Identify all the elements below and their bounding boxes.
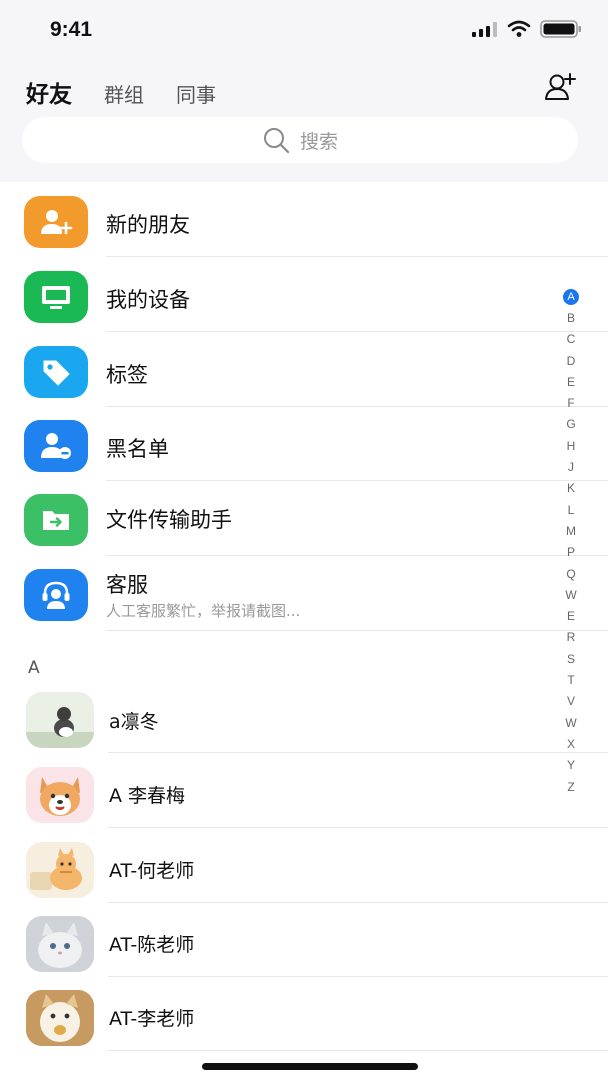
menu-label: 客服 xyxy=(106,573,148,597)
index-letter[interactable]: X xyxy=(567,734,575,755)
avatar xyxy=(26,990,94,1046)
contact-name: a凛冬 xyxy=(109,711,159,733)
index-letter[interactable]: W xyxy=(565,585,576,606)
contact-name: A 李春梅 xyxy=(109,785,186,807)
headset-icon xyxy=(24,569,88,621)
section-header: A xyxy=(28,658,40,678)
index-letter[interactable]: E xyxy=(567,606,575,627)
folder-transfer-icon xyxy=(24,494,88,546)
contact-name: AT-李老师 xyxy=(109,1008,195,1030)
index-letter[interactable]: E xyxy=(567,372,575,393)
index-letter[interactable]: K xyxy=(567,478,575,499)
menu-new-friends[interactable]: 新的朋友 xyxy=(0,196,608,257)
add-friend-button[interactable] xyxy=(544,72,578,102)
menu-my-devices[interactable]: 我的设备 xyxy=(0,271,608,332)
tag-icon xyxy=(24,346,88,398)
menu-label: 我的设备 xyxy=(106,288,190,312)
contact-row[interactable]: AT-李老师 xyxy=(0,988,608,1051)
index-letter[interactable]: Y xyxy=(567,755,575,776)
divider xyxy=(106,555,608,556)
menu-tags[interactable]: 标签 xyxy=(0,346,608,407)
index-letter[interactable]: R xyxy=(567,627,576,648)
avatar xyxy=(26,692,94,748)
avatar xyxy=(26,767,94,823)
divider xyxy=(108,1050,608,1051)
index-letter[interactable]: C xyxy=(567,329,576,350)
index-letter[interactable]: S xyxy=(567,649,575,670)
index-letter[interactable]: W xyxy=(565,713,576,734)
contact-name: AT-何老师 xyxy=(109,860,195,882)
index-letter[interactable]: Q xyxy=(566,564,575,585)
contact-row[interactable]: AT-陈老师 xyxy=(0,914,608,977)
block-user-icon xyxy=(24,420,88,472)
cellular-signal-icon xyxy=(472,22,497,37)
search-input[interactable]: 搜索 xyxy=(22,117,578,163)
menu-label: 新的朋友 xyxy=(106,213,190,237)
divider xyxy=(106,480,608,481)
divider xyxy=(106,630,608,631)
menu-label: 黑名单 xyxy=(106,437,169,461)
index-letter[interactable]: B xyxy=(567,308,575,329)
index-letter[interactable]: J xyxy=(568,457,574,478)
menu-customer-service[interactable]: 客服 人工客服繁忙，举报请截图... xyxy=(0,568,608,631)
index-letter[interactable]: D xyxy=(567,351,576,372)
divider xyxy=(108,752,608,753)
menu-file-transfer[interactable]: 文件传输助手 xyxy=(0,494,608,556)
contact-name: AT-陈老师 xyxy=(109,934,195,956)
contact-row[interactable]: A 李春梅 xyxy=(0,765,608,828)
divider xyxy=(106,256,608,257)
menu-label: 文件传输助手 xyxy=(106,508,232,532)
index-letter[interactable]: P xyxy=(567,542,575,563)
index-letter[interactable]: M xyxy=(566,521,576,542)
contact-row[interactable]: a凛冬 xyxy=(0,690,608,753)
index-letter[interactable]: T xyxy=(567,670,574,691)
divider xyxy=(108,976,608,977)
status-time: 9:41 xyxy=(50,18,93,41)
index-letter[interactable]: V xyxy=(567,691,575,712)
menu-subtitle: 人工客服繁忙，举报请截图... xyxy=(106,602,301,620)
avatar xyxy=(26,916,94,972)
divider xyxy=(106,406,608,407)
menu-label: 标签 xyxy=(106,363,148,387)
index-letter[interactable]: L xyxy=(568,500,575,521)
divider xyxy=(108,827,608,828)
divider xyxy=(108,902,608,903)
battery-icon xyxy=(540,20,581,38)
home-indicator xyxy=(202,1063,418,1070)
index-letter[interactable]: Z xyxy=(567,777,574,798)
index-letter[interactable]: G xyxy=(566,414,575,435)
add-user-icon xyxy=(24,196,88,248)
wifi-icon xyxy=(507,20,531,37)
monitor-icon xyxy=(24,271,88,323)
status-icons xyxy=(472,20,582,38)
index-letter[interactable]: H xyxy=(567,436,576,457)
contact-row[interactable]: AT-何老师 xyxy=(0,840,608,903)
tab-groups[interactable]: 群组 xyxy=(104,79,144,108)
menu-blacklist[interactable]: 黑名单 xyxy=(0,420,608,481)
index-letter[interactable]: A xyxy=(563,289,579,305)
tab-friends[interactable]: 好友 xyxy=(26,75,72,109)
avatar xyxy=(26,842,94,898)
tab-bar: 好友 群组 同事 xyxy=(26,75,248,109)
alphabet-index[interactable]: ABCDEFGHJKLMPQWERSTVWXYZ xyxy=(562,287,580,798)
index-letter[interactable]: F xyxy=(567,393,574,414)
search-icon xyxy=(263,128,290,154)
tab-colleagues[interactable]: 同事 xyxy=(176,79,216,108)
divider xyxy=(106,331,608,332)
search-placeholder: 搜索 xyxy=(299,130,338,153)
